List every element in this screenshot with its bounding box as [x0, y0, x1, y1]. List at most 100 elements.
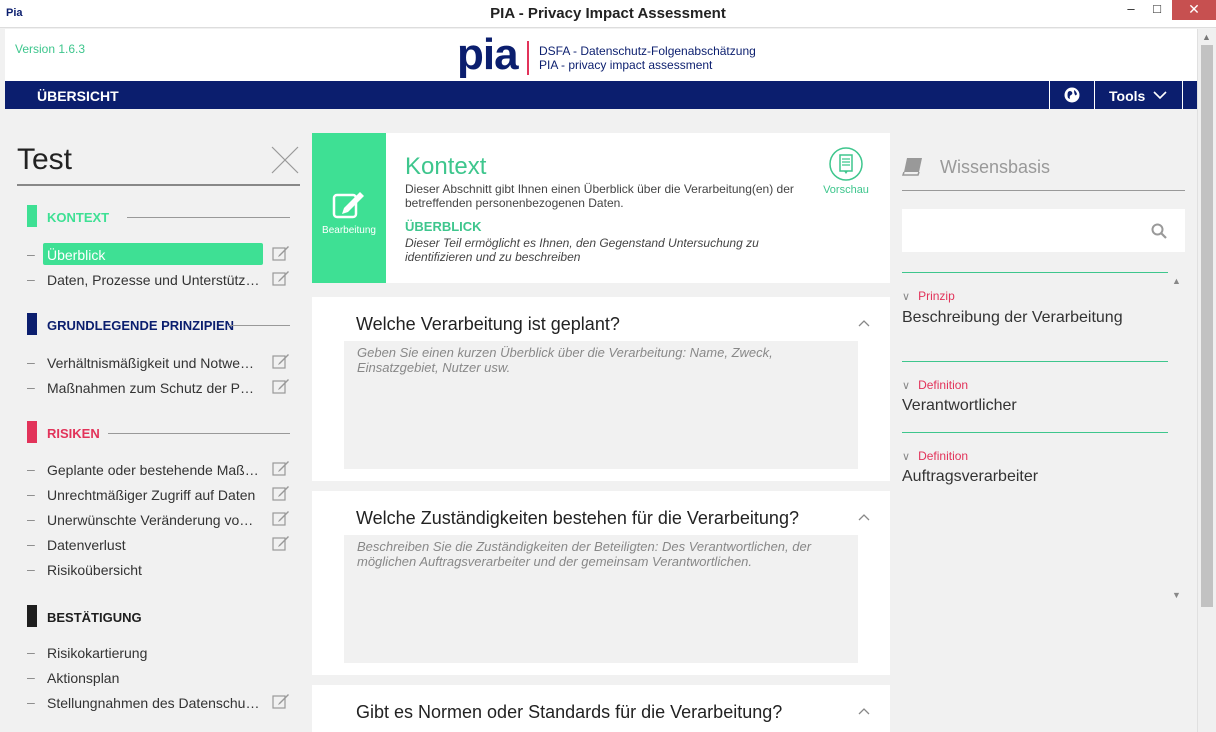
- preview-label: Vorschau: [823, 184, 869, 196]
- item-dash: –: [27, 694, 35, 710]
- item-dash: –: [27, 561, 35, 577]
- sidebar-item-daten-prozesse[interactable]: – Daten, Prozesse und Unterstützende Anl…: [27, 268, 297, 290]
- answer-textarea[interactable]: Beschreiben Sie die Zuständigkeiten der …: [344, 535, 858, 663]
- globe-icon: [1064, 87, 1080, 103]
- kb-scroll-down-icon[interactable]: ▼: [1172, 590, 1181, 600]
- edit-mode-button[interactable]: Bearbeitung: [312, 133, 386, 283]
- item-dash: –: [27, 246, 35, 262]
- section-marker-bestaetigung: [27, 605, 37, 627]
- entry-name: Beschreibung der Verarbeitung: [902, 309, 1123, 326]
- sidebar-item-label: Unerwünschte Veränderung von Daten: [47, 512, 261, 528]
- scrollbar-thumb[interactable]: [1201, 45, 1213, 607]
- section-header-card: Bearbeitung Kontext Dieser Abschnitt gib…: [312, 133, 890, 283]
- minimize-button[interactable]: –: [1118, 0, 1144, 20]
- sidebar-item-label: Datenverlust: [47, 537, 126, 553]
- version-label: Version 1.6.3: [15, 42, 86, 56]
- sidebar-item-label: Geplante oder bestehende Maßnahmen: [47, 462, 261, 478]
- sidebar-item-ueberblick[interactable]: – Überblick: [27, 243, 297, 265]
- entry-category: ∨ Definition: [902, 378, 969, 392]
- item-dash: –: [27, 379, 35, 395]
- edit-icon[interactable]: [272, 353, 290, 369]
- question-title: Welche Verarbeitung ist geplant?: [356, 314, 620, 334]
- sidebar-item-unerwuenschte-veraenderung[interactable]: – Unerwünschte Veränderung von Daten: [27, 508, 297, 530]
- sidebar-item-geplante-massnahmen[interactable]: – Geplante oder bestehende Maßnahmen: [27, 458, 297, 480]
- edit-icon[interactable]: [272, 693, 290, 709]
- header-subtitle-de: DSFA - Datenschutz-Folgenabschätzung: [539, 44, 756, 58]
- item-dash: –: [27, 486, 35, 502]
- preview-button[interactable]: Vorschau: [818, 147, 874, 196]
- question-title: Welche Zuständigkeiten bestehen für die …: [356, 508, 799, 528]
- edit-icon[interactable]: [272, 460, 290, 476]
- knowledge-entry[interactable]: ∨ Definition Verantwortlicher: [902, 361, 1168, 432]
- section-rule: [127, 217, 290, 218]
- tools-label: Tools: [1109, 88, 1146, 104]
- item-dash: –: [27, 461, 35, 477]
- section-rule: [229, 325, 290, 326]
- logo-divider: [527, 41, 529, 75]
- scroll-up-icon[interactable]: ▲: [1202, 32, 1211, 42]
- chevron-up-icon[interactable]: [858, 707, 870, 715]
- edit-icon[interactable]: [272, 485, 290, 501]
- sidebar-item-risikouebersicht[interactable]: – Risikoübersicht: [27, 558, 297, 580]
- entry-name: Auftragsverarbeiter: [902, 468, 1039, 485]
- edit-icon[interactable]: [272, 535, 290, 551]
- sidebar-item-aktionsplan[interactable]: – Aktionsplan: [27, 666, 297, 688]
- sidebar-item-label: Risikoübersicht: [47, 562, 142, 578]
- knowledge-search: [902, 209, 1185, 252]
- item-dash: –: [27, 511, 35, 527]
- language-button[interactable]: [1049, 81, 1095, 109]
- maximize-button[interactable]: □: [1144, 0, 1170, 20]
- chevron-down-icon: [1153, 91, 1167, 100]
- edit-mode-label: Bearbeitung: [322, 225, 376, 236]
- window-title: PIA - Privacy Impact Assessment: [490, 5, 726, 22]
- tools-menu[interactable]: Tools: [1095, 81, 1183, 109]
- nav-bar: ÜBERSICHT Tools: [5, 81, 1197, 109]
- section-marker-prinzipien: [27, 313, 37, 335]
- pia-logo[interactable]: pia: [457, 33, 519, 77]
- sidebar-item-stellungnahmen[interactable]: – Stellungnahmen des Datenschutzbeauftra…: [27, 691, 297, 713]
- sidebar: Test KONTEXT – Überblick – Daten, Prozes…: [5, 109, 300, 732]
- header-subtitle-en: PIA - privacy impact assessment: [539, 58, 713, 72]
- knowledge-entry[interactable]: ∨ Definition Auftragsverarbeiter: [902, 432, 1168, 503]
- subsection-description: Dieser Teil ermöglicht es Ihnen, den Geg…: [405, 236, 759, 264]
- kb-scroll-up-icon[interactable]: ▲: [1172, 276, 1181, 286]
- chevron-up-icon[interactable]: [858, 319, 870, 327]
- edit-icon[interactable]: [272, 270, 290, 286]
- edit-icon[interactable]: [272, 510, 290, 526]
- section-label-bestaetigung: BESTÄTIGUNG: [47, 610, 142, 625]
- question-card: Gibt es Normen oder Standards für die Ve…: [312, 685, 890, 732]
- edit-icon[interactable]: [272, 245, 290, 261]
- item-dash: –: [27, 644, 35, 660]
- knowledge-search-input[interactable]: [910, 219, 1140, 241]
- item-dash: –: [27, 669, 35, 685]
- chevron-down-icon: ∨: [902, 291, 911, 303]
- document-icon: [829, 147, 863, 181]
- sidebar-item-massnahmen-schutz[interactable]: – Maßnahmen zum Schutz der Personen: [27, 376, 297, 398]
- close-icon[interactable]: [271, 146, 299, 174]
- section-marker-risiken: [27, 421, 37, 443]
- chevron-down-icon: ∨: [902, 380, 911, 392]
- section-description: Dieser Abschnitt gibt Ihnen einen Überbl…: [405, 182, 794, 210]
- sidebar-item-unrechtmaessiger-zugriff[interactable]: – Unrechtmäßiger Zugriff auf Daten: [27, 483, 297, 505]
- sidebar-item-datenverlust[interactable]: – Datenverlust: [27, 533, 297, 555]
- book-icon: [902, 158, 922, 176]
- window-titlebar: Pia PIA - Privacy Impact Assessment – □ …: [0, 0, 1216, 28]
- item-dash: –: [27, 354, 35, 370]
- section-label-risiken: RISIKEN: [47, 426, 100, 441]
- entry-name: Verantwortlicher: [902, 397, 1017, 414]
- sidebar-item-risikokartierung[interactable]: – Risikokartierung: [27, 641, 297, 663]
- nav-overview-link[interactable]: ÜBERSICHT: [37, 88, 119, 104]
- sidebar-item-label: Risikokartierung: [47, 645, 148, 661]
- sidebar-item-label: Unrechtmäßiger Zugriff auf Daten: [47, 487, 256, 503]
- entry-category: ∨ Prinzip: [902, 289, 955, 303]
- knowledge-entry[interactable]: ∨ Prinzip Beschreibung der Verarbeitung: [902, 272, 1168, 361]
- close-button[interactable]: ✕: [1172, 0, 1216, 20]
- window-scrollbar[interactable]: ▲: [1197, 29, 1216, 732]
- search-icon[interactable]: [1151, 223, 1167, 239]
- sidebar-item-verhaeltnismaessigkeit[interactable]: – Verhältnismäßigkeit und Notwendigkeit: [27, 351, 297, 373]
- pia-name: Test: [17, 143, 73, 176]
- question-card: Welche Verarbeitung ist geplant? Geben S…: [312, 297, 890, 481]
- chevron-up-icon[interactable]: [858, 513, 870, 521]
- answer-textarea[interactable]: Geben Sie einen kurzen Überblick über di…: [344, 341, 858, 469]
- edit-icon[interactable]: [272, 378, 290, 394]
